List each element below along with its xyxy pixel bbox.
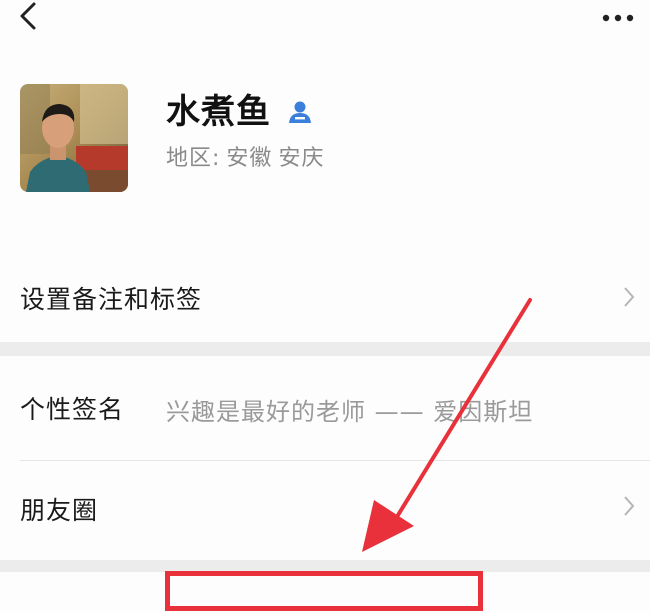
annotation-highlight-box bbox=[165, 571, 483, 611]
contact-name: 水煮鱼 bbox=[166, 92, 271, 132]
more-dots-icon bbox=[602, 14, 634, 22]
region-text: 地区: 安徽 安庆 bbox=[166, 144, 324, 174]
section-gap bbox=[0, 560, 650, 572]
signature-value: 兴趣是最好的老师 —— 爱因斯坦 bbox=[166, 398, 534, 426]
contact-profile-page: 水煮鱼 地区: 安徽 安庆 设置备注和标签 个性签名 兴趣是最好的老师 —— 爱因斯… bbox=[0, 0, 650, 611]
chevron-left-icon bbox=[20, 2, 36, 30]
remark-tags-row[interactable]: 设置备注和标签 bbox=[0, 252, 650, 342]
chevron-right-icon bbox=[624, 496, 635, 516]
moments-label: 朋友圈 bbox=[20, 496, 99, 525]
section-gap bbox=[0, 342, 650, 356]
avatar[interactable] bbox=[20, 84, 128, 192]
more-options-button[interactable] bbox=[598, 6, 638, 30]
signature-row: 个性签名 兴趣是最好的老师 —— 爱因斯坦 bbox=[0, 356, 650, 460]
region-city: 安庆 bbox=[278, 146, 325, 171]
region-label: 地区: bbox=[166, 146, 221, 171]
contact-person-icon bbox=[286, 98, 314, 126]
signature-label: 个性签名 bbox=[20, 395, 125, 424]
region-province: 安徽 bbox=[226, 146, 273, 171]
remark-tags-label: 设置备注和标签 bbox=[20, 285, 203, 314]
profile-header: 水煮鱼 地区: 安徽 安庆 bbox=[0, 40, 650, 240]
back-button[interactable] bbox=[12, 0, 48, 36]
top-bar bbox=[0, 0, 650, 40]
chevron-right-icon bbox=[624, 287, 635, 307]
moments-row[interactable]: 朋友圈 bbox=[0, 461, 650, 560]
